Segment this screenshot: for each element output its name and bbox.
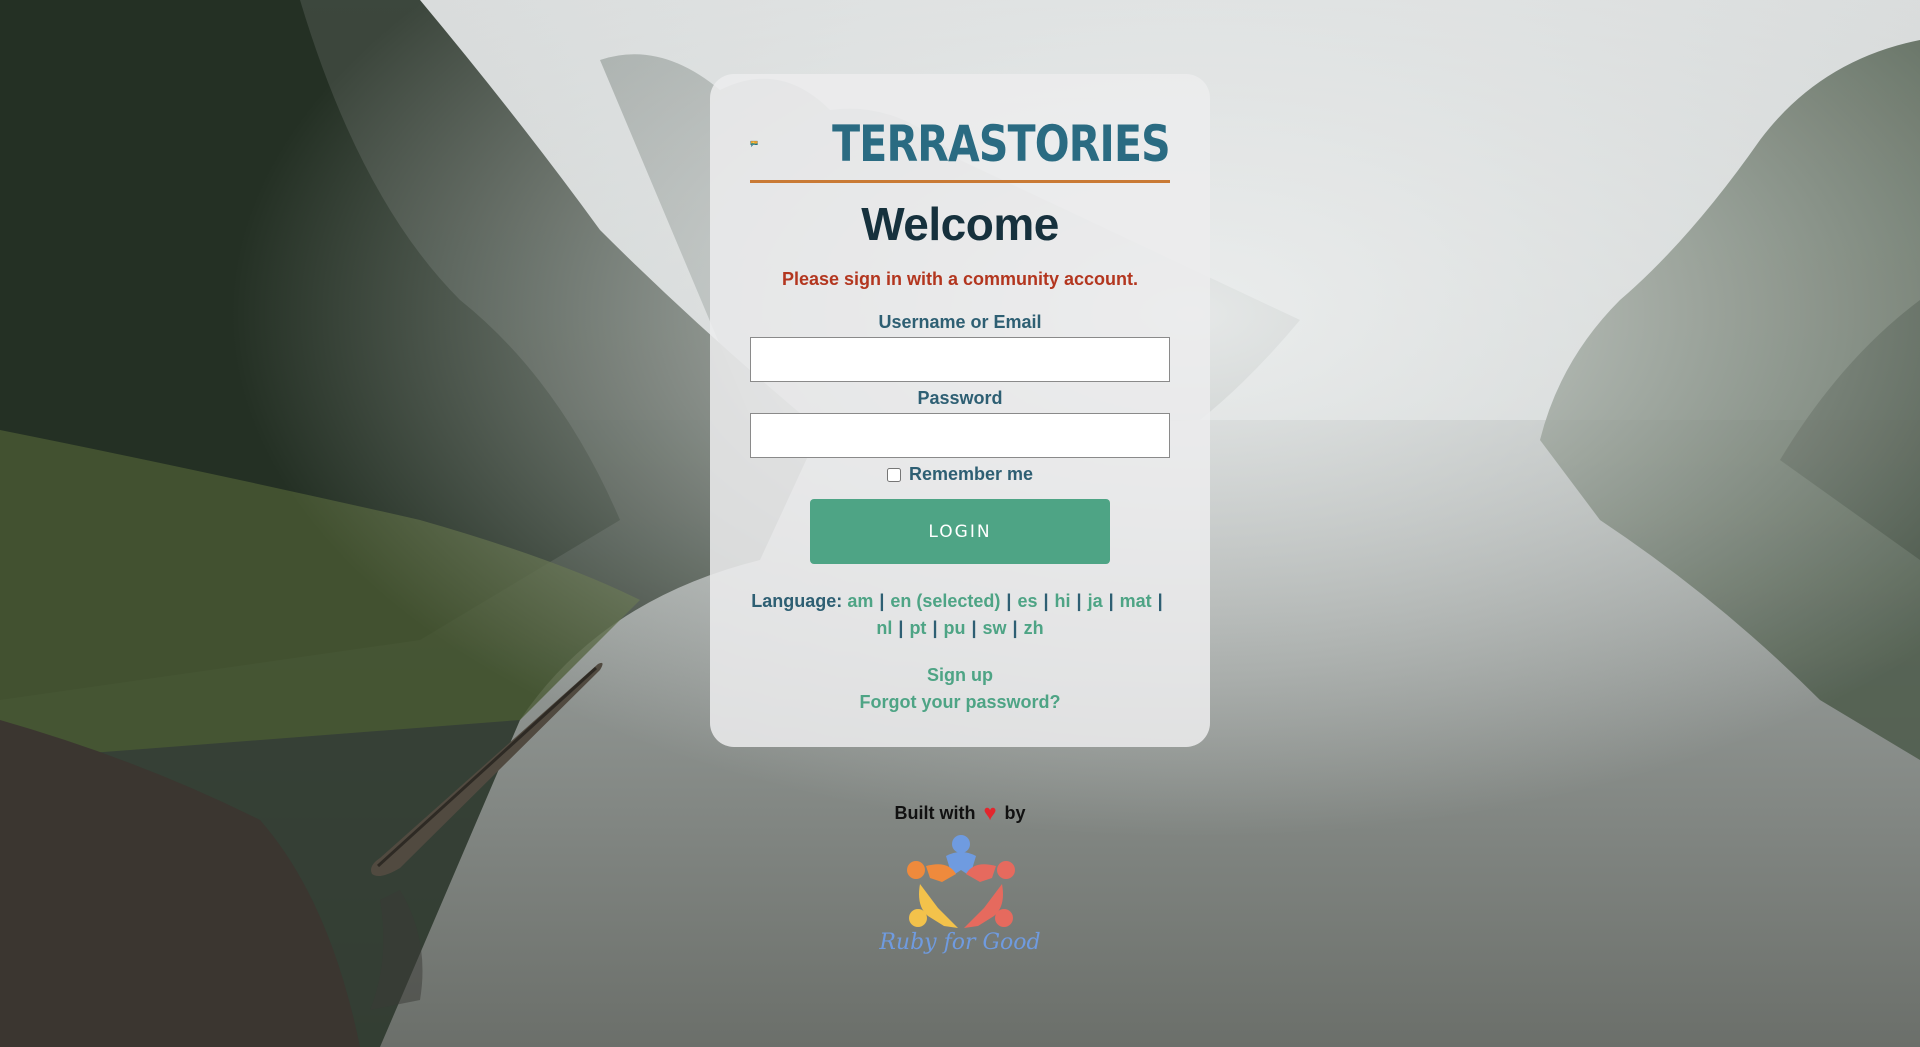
terrastories-logo-icon	[750, 140, 758, 148]
language-link-ja[interactable]: ja	[1088, 591, 1103, 611]
page-title: Welcome	[861, 198, 1059, 250]
language-link-pt[interactable]: pt	[909, 618, 926, 638]
remember-me-checkbox[interactable]	[886, 467, 901, 482]
login-button[interactable]: LOGIN	[810, 499, 1110, 564]
language-link-es[interactable]: es	[1017, 591, 1037, 611]
ruby-for-good-logo-text: Ruby for Good	[879, 930, 1041, 955]
built-with-footer: Built with ♥ by	[0, 800, 1920, 826]
language-link-sw[interactable]: sw	[983, 618, 1007, 638]
sign-in-notice: Please sign in with a community account.	[781, 269, 1139, 289]
password-input[interactable]	[750, 413, 1170, 458]
username-input[interactable]	[750, 337, 1170, 382]
brand-header: TERRASTORIES	[750, 110, 1171, 183]
remember-me-label[interactable]: Remember me	[909, 464, 1033, 485]
forgot-password-link[interactable]: Forgot your password?	[750, 689, 1170, 716]
language-link-hi[interactable]: hi	[1055, 591, 1071, 611]
language-selector: Language: am | en (selected) | es | hi | ja | mat |…	[751, 591, 1163, 638]
language-link-am[interactable]: am	[847, 591, 873, 611]
language-label: Language:	[751, 591, 843, 611]
login-card: TERRASTORIES Welcome Please sign in with…	[710, 74, 1210, 747]
sign-up-link[interactable]: Sign up	[750, 662, 1170, 689]
language-link-zh[interactable]: zh	[1024, 618, 1044, 638]
language-link-en[interactable]: en (selected)	[890, 591, 1000, 611]
language-link-nl[interactable]: nl	[876, 618, 892, 638]
account-links: Sign up Forgot your password?	[750, 662, 1170, 716]
built-with-text: Built with	[894, 803, 976, 823]
language-link-pu[interactable]: pu	[943, 618, 965, 638]
terrastories-wordmark: TERRASTORIES	[832, 115, 1171, 173]
language-link-mat[interactable]: mat	[1120, 591, 1152, 611]
password-label: Password	[917, 388, 1003, 408]
heart-icon: ♥	[983, 800, 997, 825]
remember-me-row: Remember me	[750, 464, 1170, 485]
built-by-text: by	[1004, 803, 1026, 823]
username-label: Username or Email	[878, 312, 1042, 332]
